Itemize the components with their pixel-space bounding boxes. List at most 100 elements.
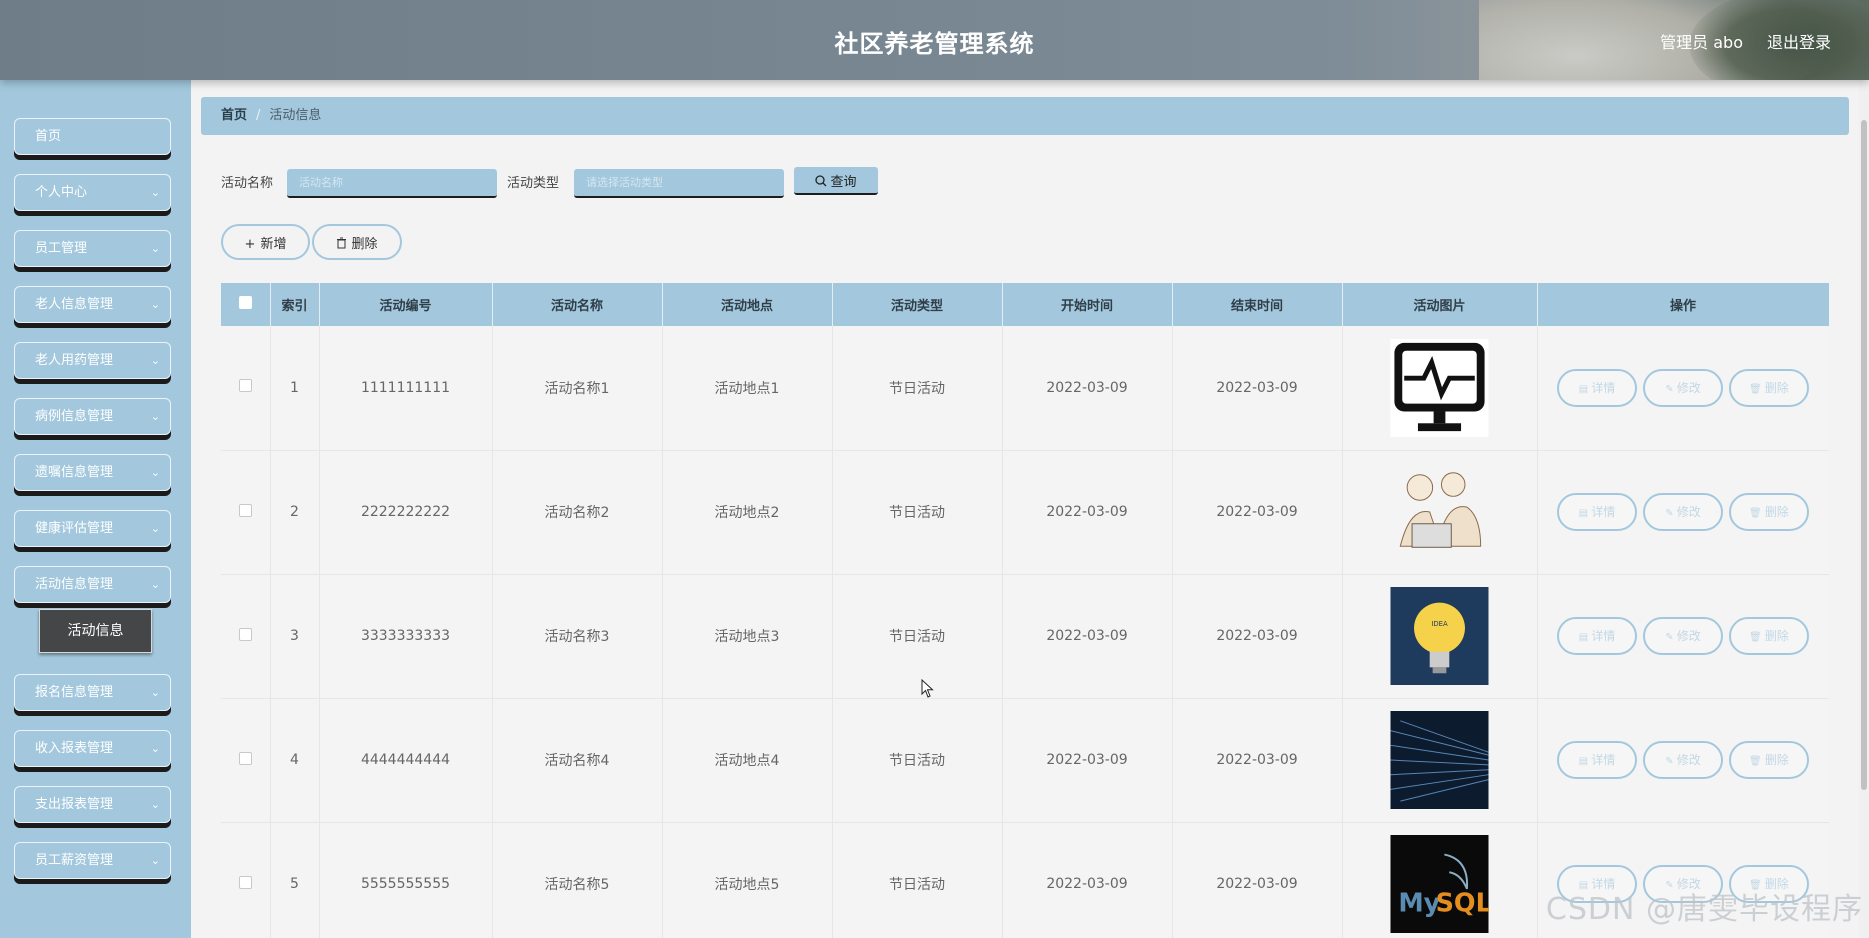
code-stream-icon (1390, 711, 1489, 809)
trash-icon: 🗑 (1749, 383, 1765, 395)
sidebar-item-7[interactable]: 健康评估管理 ⌄ (14, 510, 171, 547)
activity-type-label: 活动类型 (507, 176, 560, 191)
header-image: 活动图片 (1342, 283, 1538, 326)
page-scrollbar[interactable] (1859, 80, 1869, 938)
sidebar-item-6[interactable]: 遗嘱信息管理 ⌄ (14, 454, 171, 491)
row-checkbox[interactable] (238, 379, 252, 393)
cell-index: 3 (270, 574, 320, 699)
cell-index: 1 (270, 326, 320, 451)
activity-table: 索引 活动编号 活动名称 活动地点 活动类型 开始时间 结束时间 活动图片 操作… (221, 283, 1829, 938)
mouse-cursor-icon (921, 679, 934, 698)
sidebar-item-9[interactable]: 报名信息管理 ⌄ (14, 674, 171, 711)
sidebar-item-1[interactable]: 个人中心 ⌄ (14, 174, 171, 211)
row-checkbox[interactable] (238, 503, 252, 517)
detail-button[interactable]: ▤ 详情 (1557, 741, 1637, 779)
current-user: 管理员 abo (1660, 33, 1743, 52)
edit-button[interactable]: ✎ 修改 (1643, 617, 1723, 655)
sidebar-item-label: 员工薪资管理 (35, 853, 114, 868)
query-button[interactable]: 查询 (794, 167, 878, 195)
trash-icon: 🗑 (1749, 632, 1765, 643)
trash-icon: 🗑 (1749, 508, 1765, 519)
edit-button-label: 修改 (1676, 380, 1701, 395)
sidebar-item-label: 收入报表管理 (35, 741, 114, 756)
edit-button-label: 修改 (1676, 753, 1701, 767)
cell-type: 节日活动 (832, 822, 1003, 938)
detail-button-label: 详情 (1591, 753, 1616, 767)
scrollbar-thumb[interactable] (1861, 120, 1867, 790)
trash-icon (337, 237, 347, 248)
sidebar-item-label: 老人用药管理 (35, 353, 114, 368)
lightbulb-icon: IDEA (1390, 587, 1489, 685)
sidebar: 首页 个人中心 ⌄ 员工管理 ⌄ 老人信息管理 ⌄ 老人用药管理 ⌄ 病例信息管理 ⌄ 遗嘱信息管理 ⌄… (0, 80, 191, 938)
sidebar-item-label: 员工管理 (35, 241, 88, 256)
breadcrumb: 首页 / 活动信息 (201, 97, 1849, 135)
edit-button[interactable]: ✎ 修改 (1643, 368, 1723, 407)
activity-name-input[interactable] (287, 169, 497, 198)
sidebar-item-11[interactable]: 支出报表管理 ⌄ (14, 786, 171, 823)
sidebar-item-3[interactable]: 老人信息管理 ⌄ (14, 286, 171, 323)
edit-button[interactable]: ✎ 修改 (1643, 493, 1723, 531)
pencil-icon: ✎ (1665, 632, 1677, 643)
row-checkbox[interactable] (238, 875, 252, 889)
delete-button[interactable]: 🗑 删除 (1729, 741, 1809, 779)
batch-delete-label: 删除 (351, 236, 378, 252)
cell-ops: ▤ 详情 ✎ 修改 🗑 删除 (1537, 574, 1829, 699)
row-select-cell[interactable] (221, 326, 271, 451)
add-button[interactable]: + 新增 (221, 224, 310, 260)
row-checkbox[interactable] (238, 627, 252, 641)
sidebar-item-label: 首页 (35, 129, 62, 144)
detail-button-label: 详情 (1591, 380, 1616, 395)
edit-button-label: 修改 (1676, 629, 1701, 643)
header-start: 开始时间 (1002, 283, 1173, 326)
delete-button[interactable]: 🗑 删除 (1729, 617, 1809, 655)
submenu-item-activity-info[interactable]: 活动信息 (39, 609, 152, 653)
cell-end: 2022-03-09 (1172, 450, 1343, 575)
cell-place: 活动地点1 (662, 326, 833, 451)
document-icon: ▤ (1578, 383, 1592, 395)
sidebar-item-5[interactable]: 病例信息管理 ⌄ (14, 398, 171, 435)
batch-delete-button[interactable]: 删除 (312, 224, 402, 260)
chevron-down-icon: ⌄ (150, 242, 160, 255)
cell-place: 活动地点5 (662, 822, 833, 938)
sidebar-item-4[interactable]: 老人用药管理 ⌄ (14, 342, 171, 379)
delete-button-label: 删除 (1764, 505, 1789, 519)
cell-image (1342, 326, 1538, 451)
sidebar-item-12[interactable]: 员工薪资管理 ⌄ (14, 842, 171, 879)
breadcrumb-home[interactable]: 首页 (221, 108, 247, 123)
cell-code: 3333333333 (319, 574, 493, 699)
row-select-cell[interactable] (221, 574, 271, 699)
detail-button[interactable]: ▤ 详情 (1557, 493, 1637, 531)
delete-button-label: 删除 (1764, 380, 1789, 395)
pencil-icon: ✎ (1665, 508, 1677, 519)
cell-place: 活动地点4 (662, 698, 833, 823)
row-select-cell[interactable] (221, 822, 271, 938)
row-checkbox[interactable] (238, 751, 252, 765)
row-select-cell[interactable] (221, 450, 271, 575)
row-select-cell[interactable] (221, 698, 271, 823)
select-all-checkbox[interactable] (238, 296, 252, 309)
chevron-down-icon: ⌄ (150, 466, 160, 479)
table-header-row: 索引 活动编号 活动名称 活动地点 活动类型 开始时间 结束时间 活动图片 操作 (221, 283, 1829, 326)
sidebar-item-8[interactable]: 活动信息管理 ⌄ (14, 566, 171, 603)
table-row: 1 1111111111 活动名称1 活动地点1 节日活动 2022-03-09 2022-… (221, 326, 1829, 451)
detail-button[interactable]: ▤ 详情 (1557, 617, 1637, 655)
edit-button[interactable]: ✎ 修改 (1643, 741, 1723, 779)
top-header: 社区养老管理系统 管理员 abo 退出登录 (0, 0, 1869, 80)
chevron-down-icon: ⌄ (150, 686, 160, 699)
sidebar-item-0[interactable]: 首页 (14, 118, 171, 155)
cell-name: 活动名称1 (492, 326, 663, 451)
cell-end: 2022-03-09 (1172, 574, 1343, 699)
logout-link[interactable]: 退出登录 (1767, 29, 1831, 53)
cell-end: 2022-03-09 (1172, 822, 1343, 938)
csdn-watermark: CSDN @唐雯毕设程序 (1545, 892, 1863, 927)
detail-button[interactable]: ▤ 详情 (1557, 368, 1637, 407)
cell-place: 活动地点2 (662, 450, 833, 575)
activity-type-select[interactable] (574, 169, 784, 198)
cell-index: 5 (270, 822, 320, 938)
delete-button[interactable]: 🗑 删除 (1729, 493, 1809, 531)
sidebar-item-2[interactable]: 员工管理 ⌄ (14, 230, 171, 267)
select-all-cell[interactable] (221, 283, 271, 326)
delete-button[interactable]: 🗑 删除 (1729, 368, 1809, 407)
delete-button-label: 删除 (1764, 753, 1789, 767)
sidebar-item-10[interactable]: 收入报表管理 ⌄ (14, 730, 171, 767)
